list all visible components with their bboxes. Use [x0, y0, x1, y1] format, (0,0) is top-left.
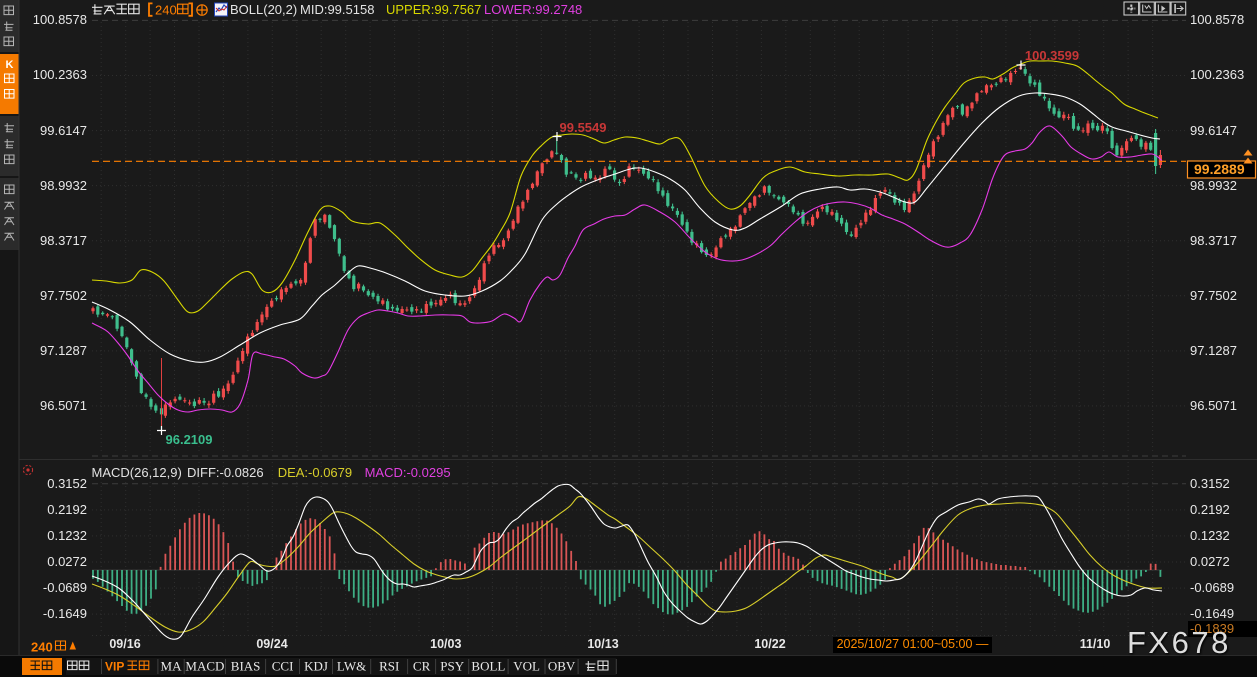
svg-text:MACD: MACD: [185, 659, 224, 674]
svg-text:K: K: [6, 59, 14, 71]
svg-text:OBV: OBV: [548, 659, 576, 674]
svg-text:RSI: RSI: [379, 659, 399, 674]
svg-text:VOL: VOL: [513, 659, 540, 674]
svg-text:240: 240: [31, 640, 53, 655]
svg-text:CR: CR: [413, 659, 431, 674]
svg-text:CCI: CCI: [272, 659, 294, 674]
svg-text:240: 240: [155, 3, 177, 18]
svg-text:LW&: LW&: [337, 659, 366, 674]
svg-text:MA: MA: [161, 659, 183, 674]
svg-text:BIAS: BIAS: [231, 659, 261, 674]
svg-text:VIP: VIP: [105, 660, 124, 674]
svg-text:PSY: PSY: [440, 659, 464, 674]
svg-text:KDJ: KDJ: [304, 659, 328, 674]
svg-text:BOLL: BOLL: [471, 659, 505, 674]
